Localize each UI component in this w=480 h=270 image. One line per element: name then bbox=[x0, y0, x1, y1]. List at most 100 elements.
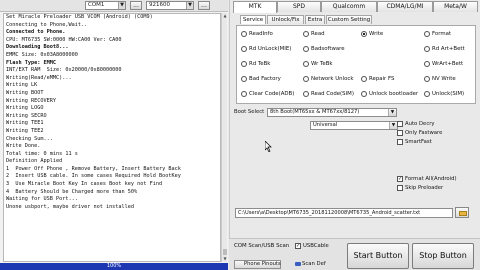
option-radio[interactable]: Badsoftware bbox=[303, 45, 345, 53]
stop-button[interactable]: Stop Button bbox=[412, 243, 474, 269]
model-select-dropdown[interactable]: Universal ▼ bbox=[310, 121, 398, 130]
checkbox-icon[interactable] bbox=[397, 185, 403, 191]
checkbox-checked-icon[interactable]: ✓ bbox=[295, 243, 301, 249]
tab-unlock-fix[interactable]: Unlock/Fix bbox=[267, 15, 304, 24]
radio-icon[interactable] bbox=[424, 31, 430, 37]
checkbox-checked-icon[interactable]: ✓ bbox=[397, 176, 403, 182]
scan-def-checkbox[interactable]: Scan Def bbox=[295, 261, 326, 267]
option-radio[interactable]: WrArt+Bett bbox=[424, 60, 463, 68]
usbcable-checkbox[interactable]: ✓ USBCable bbox=[295, 243, 329, 249]
log-scrollbar[interactable]: ▲ ▼ bbox=[221, 13, 227, 262]
option-checkbox[interactable]: ✓ Format All(Android) bbox=[397, 176, 457, 182]
checkbox-label: Skip Preloader bbox=[405, 185, 444, 191]
option-radio[interactable]: Rd UnLock(MIE) bbox=[241, 45, 291, 53]
tab-mtk[interactable]: MTK bbox=[233, 1, 277, 13]
option-radio[interactable]: Repair FS bbox=[361, 75, 394, 83]
tab-service[interactable]: Service bbox=[240, 15, 266, 24]
radio-icon[interactable] bbox=[424, 61, 430, 67]
tab-custom-setting[interactable]: Custom Setting bbox=[326, 15, 372, 24]
radio-icon[interactable] bbox=[424, 91, 430, 97]
scatter-path-field[interactable]: C:\Users\a\Desktop\MT6735_20181120008\MT… bbox=[235, 208, 453, 218]
radio-icon[interactable] bbox=[303, 46, 309, 52]
model-select-value: Universal bbox=[313, 122, 338, 128]
log-line: Writing(Read/eMMC)... bbox=[6, 74, 72, 81]
radio-icon[interactable] bbox=[303, 91, 309, 97]
radio-icon[interactable] bbox=[303, 76, 309, 82]
port-select[interactable]: COM1 ▼ bbox=[85, 1, 126, 10]
phone-pinouts-button[interactable]: Phone Pinouts bbox=[234, 260, 281, 269]
scroll-down-icon[interactable]: ▼ bbox=[222, 256, 228, 262]
log-line: Writing BOOT bbox=[6, 89, 44, 96]
port-options-button[interactable]: ... bbox=[130, 1, 142, 10]
baud-options-button[interactable]: ... bbox=[198, 1, 210, 10]
tab-cdma-lg-mi[interactable]: CDMA/LG/MI bbox=[377, 1, 433, 12]
option-radio[interactable]: Rd TeBk bbox=[241, 60, 270, 68]
option-radio[interactable]: Write bbox=[361, 30, 383, 38]
log-line: Writing LK bbox=[6, 82, 38, 89]
tab-extra[interactable]: Extra bbox=[305, 15, 325, 24]
radio-icon[interactable] bbox=[424, 76, 430, 82]
log-line: Unone usbport, maybe driver not installe… bbox=[6, 203, 135, 210]
radio-icon[interactable] bbox=[303, 31, 309, 37]
log-line: Writing LOGO bbox=[6, 105, 44, 112]
option-checkbox[interactable]: Auto Decry bbox=[397, 121, 435, 127]
checkbox-icon[interactable] bbox=[397, 121, 403, 127]
log-line: Definition Applied bbox=[6, 158, 63, 165]
start-button[interactable]: Start Button bbox=[347, 243, 409, 269]
option-radio[interactable]: Read Code(SIM) bbox=[303, 90, 354, 98]
scroll-thumb[interactable] bbox=[223, 249, 227, 255]
radio-icon[interactable] bbox=[424, 46, 430, 52]
log-output[interactable]: Set Miracle Preloader USB VCOM (Android)… bbox=[3, 13, 221, 262]
log-line: EMMC Size: 0x03A8000000 bbox=[6, 51, 78, 58]
tab-meta[interactable]: Meta/W bbox=[433, 1, 478, 12]
com-scan-label: COM Scan/USB Scan bbox=[234, 243, 290, 249]
option-label: Network Unlock bbox=[311, 76, 354, 82]
log-line: Checking Sum... bbox=[6, 135, 53, 142]
log-line: Connecting to Phone,Wait.. bbox=[6, 21, 88, 28]
tab-spd[interactable]: SPD bbox=[277, 1, 321, 12]
radio-icon[interactable] bbox=[241, 91, 247, 97]
option-radio[interactable]: Wr TeBk bbox=[303, 60, 333, 68]
option-checkbox[interactable]: Skip Preloader bbox=[397, 185, 443, 191]
chevron-down-icon[interactable]: ▼ bbox=[389, 122, 397, 129]
checkbox-label: Auto Decry bbox=[405, 121, 435, 127]
checkbox-icon[interactable] bbox=[397, 139, 403, 145]
radio-icon[interactable] bbox=[361, 76, 367, 82]
option-radio[interactable]: Read bbox=[303, 30, 325, 38]
option-radio[interactable]: NV Write bbox=[424, 75, 456, 83]
boot-select-label: Boot Select bbox=[234, 109, 265, 115]
chevron-down-icon[interactable]: ▼ bbox=[388, 109, 396, 116]
log-line: 3 Use Miracle Boot Key In cases Boot key… bbox=[6, 181, 163, 188]
chevron-down-icon[interactable]: ▼ bbox=[118, 2, 125, 9]
option-radio[interactable]: Format bbox=[424, 30, 451, 38]
log-line: Total time: 0 mins 11 s bbox=[6, 150, 78, 157]
log-line: 2 Insert USB cable. In some cases Requir… bbox=[6, 173, 181, 180]
log-line: CPU: MT6735 SW:0000 HW:CA00 Ver: CA00 bbox=[6, 36, 122, 43]
checkbox-icon[interactable] bbox=[397, 130, 403, 136]
option-radio[interactable]: Bad Factory bbox=[241, 75, 281, 83]
log-line: INT/EXT RAM Size: 0x20000/0x80000000 bbox=[6, 67, 122, 74]
radio-icon[interactable] bbox=[241, 76, 247, 82]
option-radio[interactable]: Unlock bootloader bbox=[361, 90, 418, 98]
option-radio[interactable]: Unlock(SIM) bbox=[424, 90, 464, 98]
checkbox-label: Format All(Android) bbox=[405, 176, 457, 182]
browse-button[interactable] bbox=[455, 207, 469, 218]
tab-qualcomm[interactable]: Qualcomm bbox=[321, 1, 377, 12]
option-radio[interactable]: Clear Code(ADB) bbox=[241, 90, 294, 98]
option-radio[interactable]: ReadInfo bbox=[241, 30, 273, 38]
option-checkbox[interactable]: SmartFast bbox=[397, 139, 432, 145]
radio-selected-icon[interactable] bbox=[361, 31, 367, 37]
radio-icon[interactable] bbox=[241, 31, 247, 37]
radio-icon[interactable] bbox=[241, 61, 247, 67]
boot-select-dropdown[interactable]: 8th Boot(MT65xx & MT67xx/8127) ▼ bbox=[267, 108, 397, 117]
scroll-up-icon[interactable]: ▲ bbox=[222, 13, 228, 19]
radio-icon[interactable] bbox=[361, 91, 367, 97]
log-line: 4 Battery Should be Charged more than 50… bbox=[6, 188, 138, 195]
chevron-down-icon[interactable]: ▼ bbox=[186, 2, 193, 9]
option-radio[interactable]: Rd Art+Bett bbox=[424, 45, 465, 53]
option-checkbox[interactable]: Only Fastware bbox=[397, 130, 442, 136]
option-radio[interactable]: Network Unlock bbox=[303, 75, 353, 83]
radio-icon[interactable] bbox=[303, 61, 309, 67]
baud-select[interactable]: 921600 ▼ bbox=[146, 1, 194, 10]
radio-icon[interactable] bbox=[241, 46, 247, 52]
